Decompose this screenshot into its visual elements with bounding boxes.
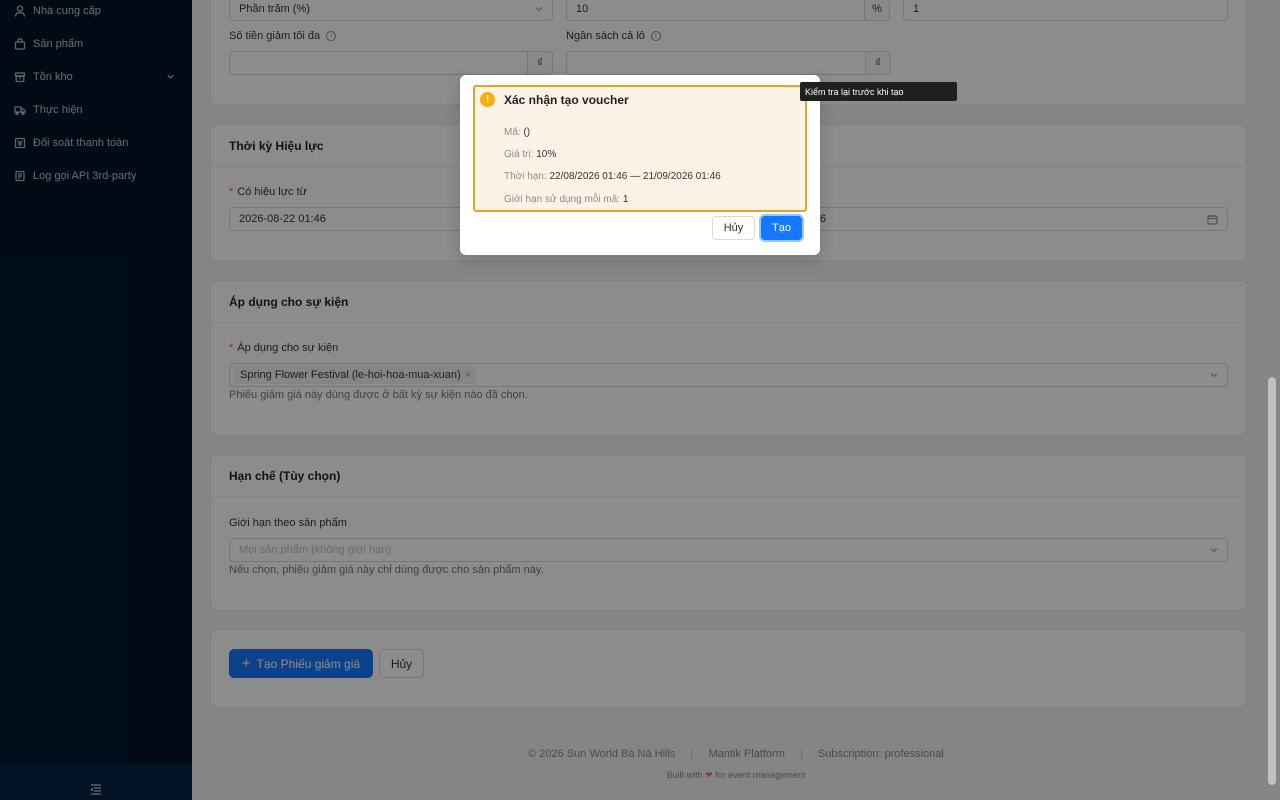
sidebar-item-api-log[interactable]: Log gọi API 3rd-party	[14, 167, 136, 185]
tooltip: Kiểm tra lại trước khi tạo	[800, 82, 957, 101]
summary-value: ()	[523, 127, 531, 138]
sidebar-item-label: Sản phẩm	[33, 38, 84, 50]
chevron-down-icon	[534, 4, 544, 14]
summary-value: 10%	[536, 149, 557, 160]
modal-cancel-button[interactable]: Hủy	[712, 216, 755, 240]
events-select[interactable]: Spring Flower Festival (le-hoi-hoa-mua-x…	[229, 363, 1228, 387]
summary-key: Thời hạn:	[504, 171, 547, 182]
platform-link[interactable]: Mantik Platform	[708, 748, 784, 760]
summary-key: Mã:	[504, 127, 521, 138]
sidebar: Nhà cung cấp Sản phẩm Tồn kho Thực hiện …	[0, 0, 192, 800]
sidebar-item-label: Nhà cung cấp	[33, 5, 101, 17]
max-discount-input[interactable]: ₫	[229, 51, 553, 75]
chevron-down-icon[interactable]	[166, 72, 176, 82]
modal-title: Xác nhận tạo voucher	[504, 93, 629, 107]
built-prefix: Built with	[666, 770, 703, 780]
events-card: Áp dụng cho sự kiện * Áp dụng cho sự kiện…	[210, 280, 1247, 436]
summary-row-usage: Giới hạn sử dụng mỗi mã: 1	[504, 194, 628, 205]
confirm-summary-box: ! Xác nhận tạo voucher Mã: () Giá trị: 1…	[473, 85, 807, 212]
restrictions-card: Hạn chế (Tùy chọn) Giới hạn theo sản phẩ…	[210, 454, 1247, 611]
truck-icon	[14, 104, 27, 117]
page-footer: © 2026 Sun World Bà Nà Hills Mantik Platf…	[192, 727, 1280, 800]
discount-value-input[interactable]: 10 %	[566, 0, 890, 21]
ledger-icon	[14, 137, 27, 150]
summary-row-period: Thời hạn: 22/08/2026 01:46 — 21/09/2026 …	[504, 171, 721, 182]
modal-ok-button[interactable]: Tạo	[761, 216, 802, 240]
sidebar-item-fulfillment[interactable]: Thực hiện	[14, 101, 83, 119]
usage-limit-input[interactable]: 1	[903, 0, 1228, 21]
summary-row-value: Giá trị: 10%	[504, 149, 556, 160]
events-help: Phiếu giảm giá này dùng được ở bất kỳ sự…	[229, 389, 528, 401]
sidebar-item-label: Đối soát thanh toán	[33, 137, 129, 149]
events-field-label: * Áp dụng cho sự kiện	[229, 342, 339, 354]
actions-card: + Tạo Phiếu giảm giá Hủy	[210, 629, 1247, 708]
create-voucher-button[interactable]: + Tạo Phiếu giảm giá	[229, 649, 373, 678]
sidebar-footer	[0, 764, 192, 800]
log-icon	[14, 170, 27, 183]
bag-icon	[14, 37, 27, 51]
calendar-icon	[1207, 214, 1218, 225]
currency-suffix: ₫	[527, 52, 552, 74]
usage-limit-value: 1	[913, 3, 920, 15]
sidebar-item-label: Tồn kho	[33, 71, 73, 83]
box-icon	[14, 71, 27, 84]
restrictions-title: Hạn chế (Tùy chọn)	[211, 455, 1246, 497]
sidebar-item-label: Thực hiện	[33, 104, 83, 116]
heart-icon: ❤	[705, 770, 713, 780]
product-limit-label: Giới hạn theo sản phẩm	[229, 517, 347, 529]
exclamation-icon: !	[480, 92, 495, 107]
discount-type-select[interactable]: Phần trăm (%)	[229, 0, 553, 21]
built-suffix: for event management	[715, 770, 806, 780]
valid-to-value: 6	[820, 213, 827, 225]
confirm-modal: ! Xác nhận tạo voucher Mã: () Giá trị: 1…	[460, 75, 820, 255]
summary-key: Giá trị:	[504, 149, 534, 160]
copyright: © 2026 Sun World Bà Nà Hills	[528, 748, 676, 760]
scrollbar[interactable]	[1268, 377, 1276, 785]
valid-from-label-text: Có hiệu lực từ	[237, 186, 308, 198]
batch-budget-label-text: Ngân sách cả lô	[566, 30, 645, 42]
summary-key: Giới hạn sử dụng mỗi mã:	[504, 194, 621, 205]
batch-budget-input[interactable]: ₫	[566, 51, 891, 75]
chevron-down-icon	[1209, 370, 1219, 380]
event-tag-label: Spring Flower Festival (le-hoi-hoa-mua-x…	[240, 369, 461, 381]
sidebar-item-products[interactable]: Sản phẩm	[14, 35, 83, 53]
percent-suffix: %	[864, 0, 889, 20]
restrictions-help: Nếu chọn, phiếu giảm giá này chỉ dùng đư…	[229, 564, 544, 576]
plus-icon: +	[241, 655, 251, 672]
summary-value: 22/08/2026 01:46 — 21/09/2026 01:46	[549, 171, 721, 182]
max-discount-label: Số tiền giảm tối đa i	[229, 30, 337, 42]
info-icon[interactable]: i	[650, 31, 661, 42]
events-field-label-text: Áp dụng cho sự kiện	[237, 342, 339, 354]
summary-value: 1	[622, 194, 629, 205]
sidebar-item-reconciliation[interactable]: Đối soát thanh toán	[14, 134, 128, 152]
valid-from-label: * Có hiệu lực từ	[229, 186, 308, 198]
discount-type-value: Phần trăm (%)	[239, 3, 310, 15]
events-title: Áp dụng cho sự kiện	[211, 281, 1246, 323]
create-voucher-label: Tạo Phiếu giảm giá	[256, 656, 361, 671]
currency-suffix: ₫	[865, 52, 890, 74]
batch-budget-label: Ngân sách cả lô i	[566, 30, 661, 42]
sidebar-item-label: Log gọi API 3rd-party	[33, 170, 137, 182]
valid-from-value: 2026-08-22 01:46	[239, 213, 326, 225]
cancel-button[interactable]: Hủy	[379, 649, 424, 678]
menu-fold-icon[interactable]	[90, 783, 102, 795]
max-discount-label-text: Số tiền giảm tối đa	[229, 30, 321, 42]
product-placeholder: Mọi sản phẩm (không giới hạn)	[239, 544, 392, 556]
chevron-down-icon	[1209, 545, 1219, 555]
sidebar-item-inventory[interactable]: Tồn kho	[14, 68, 73, 86]
sidebar-item-suppliers[interactable]: Nhà cung cấp	[14, 2, 101, 20]
summary-row-code: Mã: ()	[504, 127, 530, 138]
info-icon[interactable]: i	[326, 31, 337, 42]
tag-close-icon[interactable]: ×	[465, 370, 471, 381]
discount-value: 10	[576, 3, 589, 15]
subscription: Subscription: professional	[817, 748, 944, 760]
event-tag: Spring Flower Festival (le-hoi-hoa-mua-x…	[235, 366, 476, 384]
product-select[interactable]: Mọi sản phẩm (không giới hạn)	[229, 538, 1228, 562]
user-icon	[14, 4, 27, 18]
